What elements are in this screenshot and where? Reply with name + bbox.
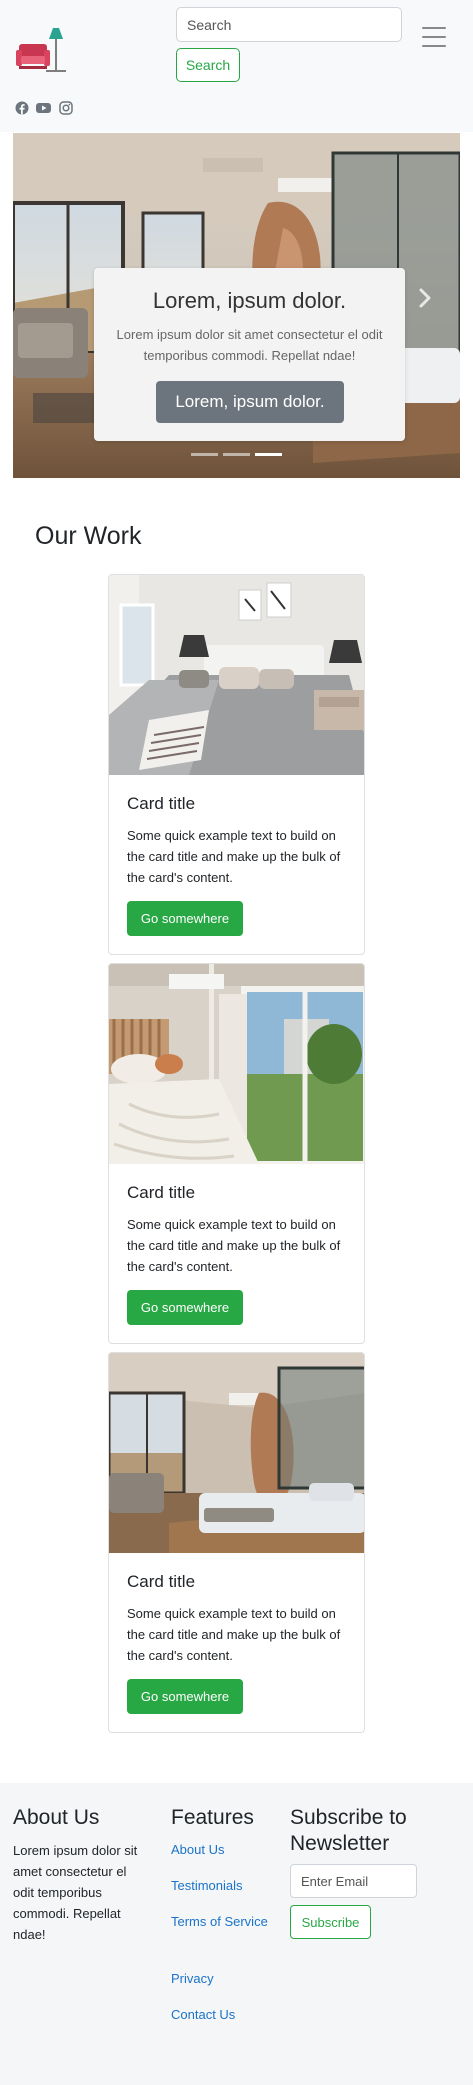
instagram-icon[interactable] (58, 100, 73, 115)
card-title: Card title (127, 794, 196, 813)
card-image (109, 964, 364, 1164)
navbar: Search (0, 0, 473, 132)
search-input[interactable] (176, 7, 402, 42)
card-title: Card title (127, 1572, 196, 1591)
carousel-text: Lorem ipsum dolor sit amet consectetur e… (116, 327, 383, 363)
about-us-heading: About Us (13, 1806, 100, 1829)
card-text: Some quick example text to build on the … (127, 1217, 341, 1274)
search-button[interactable]: Search (176, 48, 240, 82)
our-work-heading: Our Work (35, 522, 142, 550)
work-card: Card title Some quick example text to bu… (108, 1352, 365, 1733)
go-somewhere-button[interactable]: Go somewhere (127, 1679, 243, 1714)
go-somewhere-button[interactable]: Go somewhere (127, 1290, 243, 1325)
chevron-right-icon[interactable] (413, 283, 437, 313)
carousel-cta-button[interactable]: Lorem, ipsum dolor. (156, 381, 344, 423)
newsletter-email-field[interactable] (290, 1864, 417, 1898)
footer-link-privacy[interactable]: Privacy (171, 1968, 271, 1989)
hamburger-icon[interactable] (422, 27, 446, 47)
footer-link-testimonials[interactable]: Testimonials (171, 1875, 271, 1896)
about-us-text: Lorem ipsum dolor sit amet consectetur e… (13, 1843, 138, 1942)
card-title: Card title (127, 1183, 196, 1202)
newsletter-heading: Subscribe to Newsletter (290, 1806, 407, 1855)
hero-carousel: Lorem, ipsum dolor. Lorem ipsum dolor si… (13, 133, 460, 478)
footer: About Us Lorem ipsum dolor sit amet cons… (0, 1783, 473, 2085)
go-somewhere-button[interactable]: Go somewhere (127, 901, 243, 936)
carousel-title: Lorem, ipsum dolor. (152, 288, 347, 313)
carousel-indicator-1[interactable] (191, 453, 218, 456)
work-card: Card title Some quick example text to bu… (108, 574, 365, 955)
card-image (109, 575, 364, 775)
youtube-icon[interactable] (36, 100, 51, 115)
carousel-caption: Lorem, ipsum dolor. Lorem ipsum dolor si… (94, 268, 405, 441)
features-heading: Features (171, 1806, 254, 1829)
card-image (109, 1353, 364, 1553)
work-card: Card title Some quick example text to bu… (108, 963, 365, 1344)
footer-link-contact-us[interactable]: Contact Us (171, 2004, 271, 2025)
subscribe-button[interactable]: Subscribe (290, 1905, 371, 1939)
card-text: Some quick example text to build on the … (127, 1606, 341, 1663)
card-text: Some quick example text to build on the … (127, 828, 341, 885)
footer-link-terms[interactable]: Terms of Service (171, 1911, 271, 1932)
facebook-icon[interactable] (14, 100, 29, 115)
armchair-lamp-logo[interactable] (16, 26, 70, 74)
carousel-indicator-3[interactable] (255, 453, 282, 456)
carousel-indicator-2[interactable] (223, 453, 250, 456)
footer-link-about-us[interactable]: About Us (171, 1839, 271, 1860)
